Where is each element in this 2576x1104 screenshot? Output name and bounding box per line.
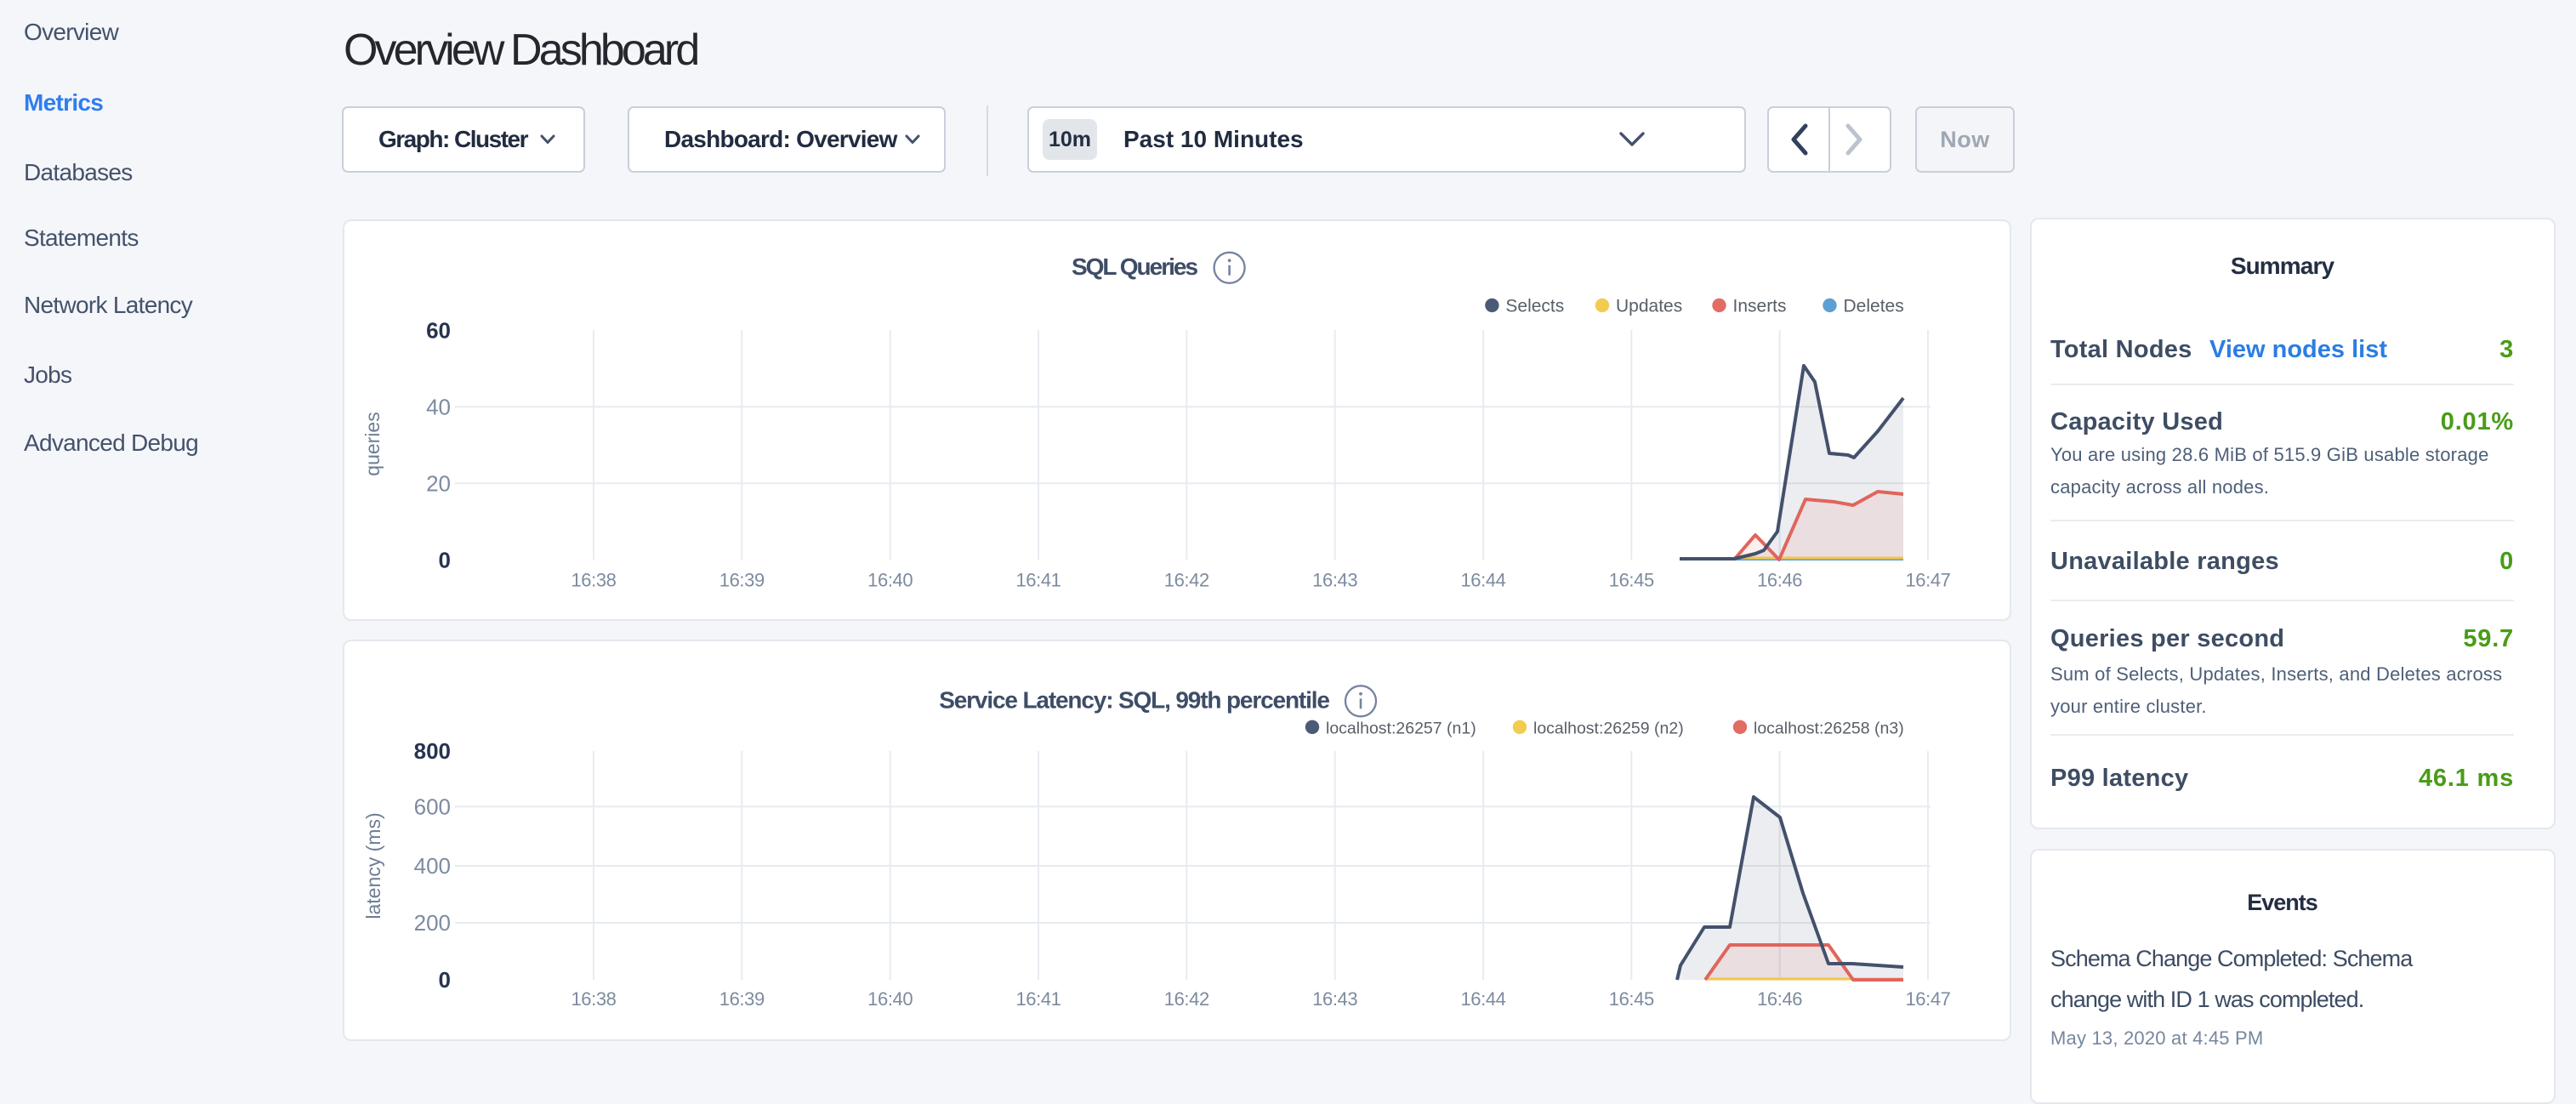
svg-text:600: 600 (414, 794, 451, 819)
svg-text:40: 40 (426, 394, 451, 419)
svg-text:latency (ms): latency (ms) (362, 812, 384, 919)
svg-text:Updates: Updates (1616, 297, 1682, 316)
svg-text:Deletes: Deletes (1844, 297, 1904, 316)
svg-text:0: 0 (439, 547, 451, 572)
svg-text:16:44: 16:44 (1460, 988, 1505, 1010)
svg-text:16:38: 16:38 (571, 988, 616, 1010)
svg-text:16:39: 16:39 (719, 570, 765, 591)
svg-text:16:39: 16:39 (719, 988, 765, 1010)
svg-text:16:46: 16:46 (1757, 570, 1802, 591)
svg-text:localhost:26258 (n3): localhost:26258 (n3) (1754, 719, 1904, 737)
svg-text:16:40: 16:40 (867, 570, 913, 591)
svg-text:200: 200 (414, 910, 451, 936)
svg-text:localhost:26257 (n1): localhost:26257 (n1) (1326, 719, 1476, 737)
svg-text:Service Latency: SQL, 99th per: Service Latency: SQL, 99th percentile (939, 686, 1329, 713)
svg-text:Inserts: Inserts (1733, 297, 1787, 316)
svg-text:16:47: 16:47 (1905, 988, 1950, 1010)
svg-text:queries: queries (361, 412, 384, 475)
svg-text:16:42: 16:42 (1164, 988, 1209, 1010)
svg-text:800: 800 (414, 738, 451, 764)
svg-text:16:47: 16:47 (1905, 570, 1950, 591)
svg-text:SQL Queries: SQL Queries (1072, 253, 1198, 280)
svg-text:16:40: 16:40 (867, 988, 913, 1010)
svg-text:16:45: 16:45 (1609, 988, 1654, 1010)
svg-text:16:41: 16:41 (1015, 570, 1061, 591)
svg-text:0: 0 (439, 967, 451, 993)
svg-text:20: 20 (426, 470, 451, 496)
svg-text:16:44: 16:44 (1460, 570, 1505, 591)
svg-text:16:43: 16:43 (1312, 988, 1357, 1010)
svg-text:Selects: Selects (1505, 297, 1564, 316)
svg-text:16:45: 16:45 (1609, 570, 1654, 591)
svg-text:16:43: 16:43 (1312, 570, 1357, 591)
svg-text:60: 60 (426, 317, 451, 343)
svg-text:16:42: 16:42 (1164, 570, 1209, 591)
svg-text:400: 400 (414, 853, 451, 879)
svg-text:16:46: 16:46 (1757, 988, 1802, 1010)
svg-text:localhost:26259 (n2): localhost:26259 (n2) (1533, 719, 1684, 737)
svg-text:16:38: 16:38 (571, 570, 616, 591)
svg-text:16:41: 16:41 (1015, 988, 1061, 1010)
